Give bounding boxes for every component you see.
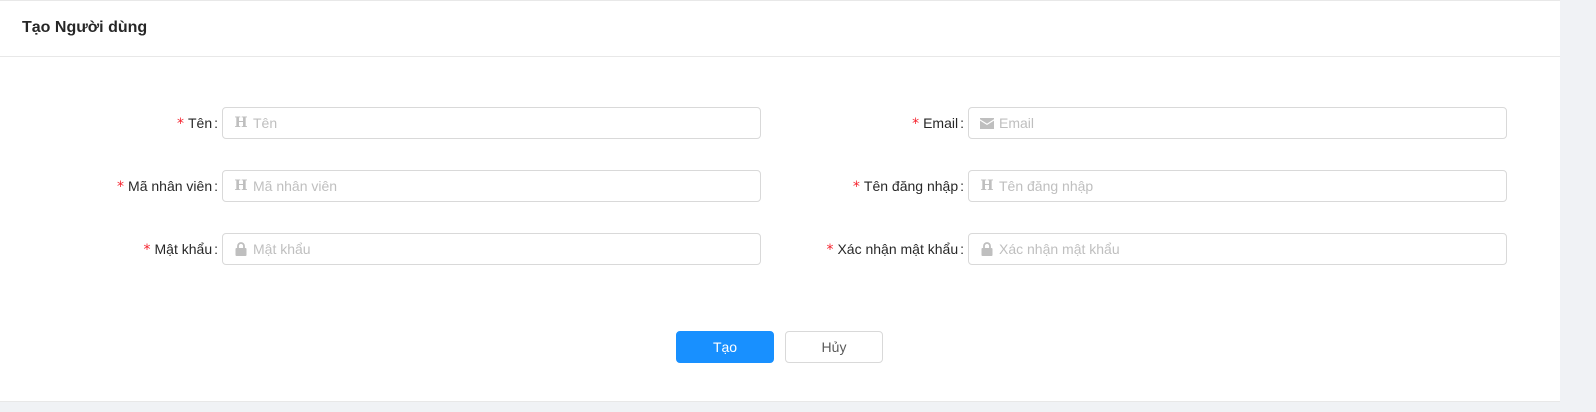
- form-item-employee-code: * Mã nhân viên: H: [0, 170, 761, 202]
- confirm-password-field[interactable]: [968, 233, 1507, 265]
- lock-icon: [234, 242, 248, 256]
- password-label-text: Mật khẩu: [154, 240, 213, 257]
- confirm-password-label: * Xác nhận mật khẩu:: [746, 241, 968, 258]
- label-colon: :: [214, 114, 218, 131]
- label-colon: :: [214, 177, 218, 194]
- email-input[interactable]: [999, 109, 1506, 137]
- h-icon: H: [234, 178, 248, 194]
- password-label: * Mật khẩu:: [0, 241, 222, 258]
- form-item-email: * Email:: [746, 107, 1507, 139]
- password-field[interactable]: [222, 233, 761, 265]
- required-mark: *: [117, 178, 125, 195]
- form-item-password: * Mật khẩu:: [0, 233, 761, 265]
- page-gutter: [1560, 0, 1596, 412]
- page-title: Tạo Người dùng: [22, 18, 148, 36]
- employee-code-field[interactable]: H: [222, 170, 761, 202]
- form-actions: Tạo Hủy: [0, 331, 1560, 363]
- name-label-text: Tên: [187, 114, 213, 131]
- required-mark: *: [826, 241, 834, 258]
- form-row: *Tên: H *Email:: [0, 107, 1560, 170]
- username-label-text: Tên đăng nhập: [863, 177, 959, 194]
- name-field[interactable]: H: [222, 107, 761, 139]
- email-field[interactable]: [968, 107, 1507, 139]
- create-button[interactable]: Tạo: [676, 331, 774, 363]
- form-item-username: * Tên đăng nhập: H: [746, 170, 1507, 202]
- name-label: * Tên:: [0, 115, 222, 132]
- card-header: Tạo Người dùng: [0, 1, 1560, 57]
- form-row: * Mật khẩu: * Xác nhận mật khẩu:: [0, 233, 1560, 296]
- h-icon: H: [234, 115, 248, 131]
- username-input[interactable]: [999, 172, 1506, 200]
- employee-code-label-text: Mã nhân viên: [128, 177, 213, 194]
- email-label: * Email:: [746, 115, 968, 132]
- label-colon: :: [960, 240, 964, 257]
- username-field[interactable]: H: [968, 170, 1507, 202]
- required-mark: *: [143, 241, 151, 258]
- password-input[interactable]: [253, 235, 760, 263]
- required-mark: *: [852, 178, 860, 195]
- mail-icon: [980, 116, 994, 130]
- cancel-button[interactable]: Hủy: [785, 331, 883, 363]
- required-mark: *: [176, 115, 184, 132]
- create-user-card: Tạo Người dùng *Tên: H *Email:: [0, 0, 1560, 402]
- employee-code-label: * Mã nhân viên:: [0, 178, 222, 195]
- label-colon: :: [214, 240, 218, 257]
- username-label: * Tên đăng nhập:: [746, 178, 968, 195]
- form-item-confirm-password: * Xác nhận mật khẩu:: [746, 233, 1507, 265]
- name-input[interactable]: [253, 109, 760, 137]
- required-mark: *: [912, 115, 920, 132]
- label-colon: :: [960, 177, 964, 194]
- h-icon: H: [980, 178, 994, 194]
- label-colon: :: [960, 114, 964, 131]
- lock-icon: [980, 242, 994, 256]
- confirm-password-input[interactable]: [999, 235, 1506, 263]
- form-row: *Mã nhân viên: H *Tên đăng nhập: H: [0, 170, 1560, 233]
- employee-code-input[interactable]: [253, 172, 760, 200]
- create-user-form: *Tên: H *Email:: [0, 107, 1560, 296]
- form-item-name: * Tên: H: [0, 107, 761, 139]
- email-label-text: Email: [923, 114, 959, 131]
- confirm-password-label-text: Xác nhận mật khẩu: [837, 240, 959, 257]
